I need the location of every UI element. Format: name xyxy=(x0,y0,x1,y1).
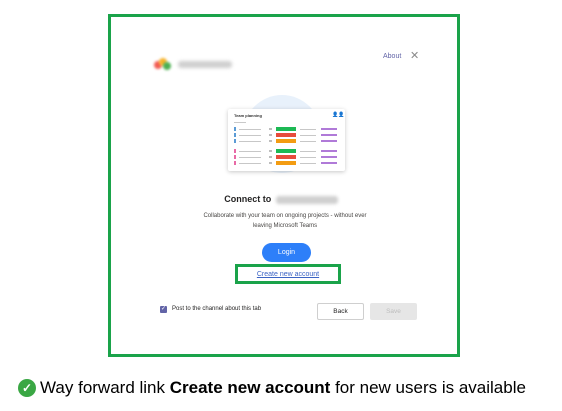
team-planning-illustration: Team planning 👤👤 xyxy=(228,109,345,171)
description-line-1: Collaborate with your team on ongoing pr… xyxy=(203,213,367,219)
avatars-icon: 👤👤 xyxy=(332,112,345,118)
create-account-highlight: Create new account xyxy=(235,264,341,284)
close-icon[interactable]: ✕ xyxy=(410,50,419,62)
app-name-redacted xyxy=(178,60,232,68)
checkmark-icon: ✓ xyxy=(18,379,36,397)
app-brand xyxy=(154,57,232,71)
description-line-2: leaving Microsoft Teams xyxy=(252,223,318,229)
caption-suffix: for new users is available xyxy=(330,378,526,397)
connect-title: Connect to xyxy=(0,194,562,204)
caption: ✓ Way forward link Create new account fo… xyxy=(18,375,526,401)
illustration-subheader xyxy=(234,122,246,123)
illustration-row xyxy=(234,139,340,143)
caption-prefix: Way forward link xyxy=(40,378,170,397)
back-button[interactable]: Back xyxy=(317,303,364,320)
login-button[interactable]: Login xyxy=(262,243,311,262)
about-link[interactable]: About xyxy=(383,53,401,60)
illustration-row xyxy=(234,127,340,131)
illustration-row xyxy=(234,155,340,159)
description: Collaborate with your team on ongoing pr… xyxy=(0,211,562,231)
connect-prefix: Connect to xyxy=(224,194,272,204)
post-to-channel-checkbox[interactable]: ✓ xyxy=(160,306,167,313)
illustration-title: Team planning xyxy=(234,113,262,118)
app-logo-icon xyxy=(154,58,172,70)
post-to-channel-label: Post to the channel about this tab xyxy=(172,306,262,312)
illustration-row xyxy=(234,161,340,165)
save-button: Save xyxy=(370,303,417,320)
illustration-row xyxy=(234,133,340,137)
create-account-link[interactable]: Create new account xyxy=(257,271,319,278)
site-name-redacted xyxy=(275,195,338,204)
illustration-row xyxy=(234,149,340,153)
caption-bold: Create new account xyxy=(169,378,331,397)
